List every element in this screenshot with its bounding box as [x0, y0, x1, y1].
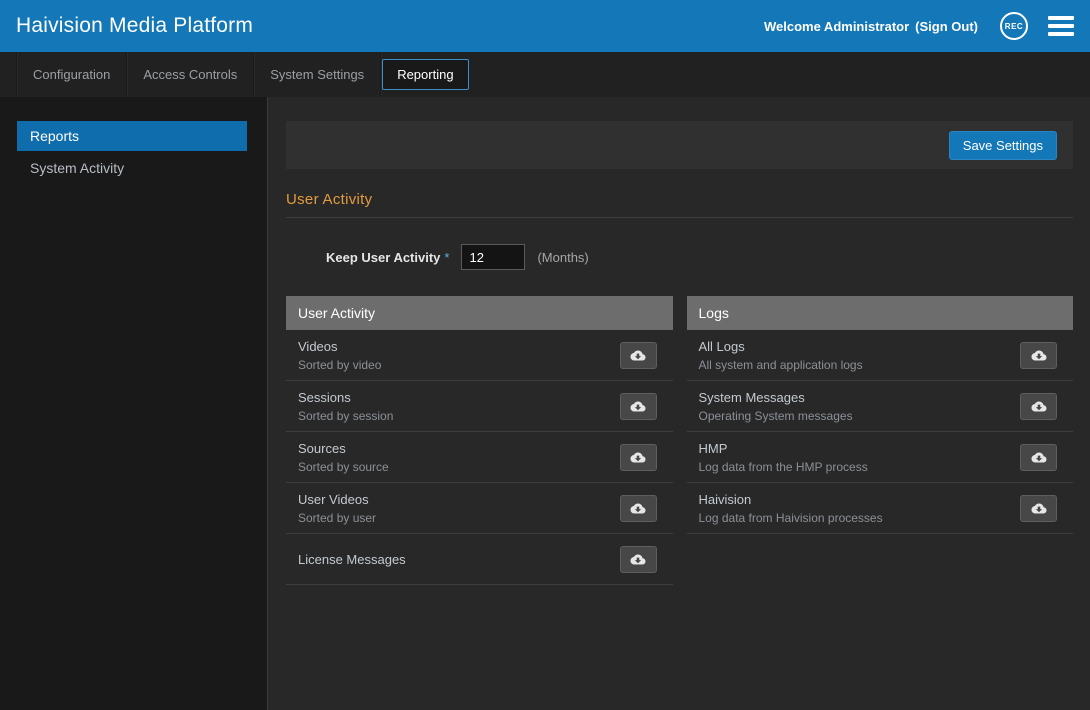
panel-title: User Activity [286, 296, 673, 330]
download-button[interactable] [1020, 342, 1057, 369]
report-subtitle: All system and application logs [699, 358, 863, 372]
tab-configuration[interactable]: Configuration [18, 59, 125, 90]
report-row: HMP Log data from the HMP process [687, 432, 1074, 483]
report-subtitle: Operating System messages [699, 409, 853, 423]
cloud-download-icon [1030, 399, 1048, 414]
sign-out-link[interactable]: (Sign Out) [915, 19, 978, 34]
welcome-text: Welcome Administrator [764, 19, 909, 34]
panel-title: Logs [687, 296, 1074, 330]
menu-icon[interactable] [1046, 10, 1076, 42]
report-row-text: Sources Sorted by source [298, 441, 389, 474]
cloud-download-icon [629, 501, 647, 516]
section-header: User Activity [286, 191, 1073, 218]
panel-user-activity: User Activity Videos Sorted by video Sessio… [286, 296, 673, 585]
report-title: System Messages [699, 390, 853, 405]
report-row-text: User Videos Sorted by user [298, 492, 376, 525]
report-row: Sessions Sorted by session [286, 381, 673, 432]
download-button[interactable] [620, 393, 657, 420]
tab-system-settings[interactable]: System Settings [255, 59, 379, 90]
sidebar-list: ReportsSystem Activity [0, 97, 268, 710]
download-button[interactable] [1020, 444, 1057, 471]
nav-tabs: ConfigurationAccess ControlsSystem Setti… [0, 52, 1090, 97]
tab-access-controls[interactable]: Access Controls [128, 59, 252, 90]
report-title: HMP [699, 441, 868, 456]
settings-toolbar: Save Settings [286, 121, 1073, 169]
report-row: User Videos Sorted by user [286, 483, 673, 534]
sidebar-item-reports[interactable]: Reports [17, 121, 247, 151]
cloud-download-icon [1030, 348, 1048, 363]
nav-separator [126, 52, 127, 97]
rec-button[interactable]: REC [1000, 12, 1028, 40]
report-row: License Messages [286, 534, 673, 585]
report-subtitle: Sorted by source [298, 460, 389, 474]
sidebar-item-system-activity[interactable]: System Activity [17, 153, 247, 183]
cloud-download-icon [629, 552, 647, 567]
report-title: User Videos [298, 492, 376, 507]
report-row-text: HMP Log data from the HMP process [699, 441, 868, 474]
report-subtitle: Log data from Haivision processes [699, 511, 883, 525]
report-subtitle: Sorted by user [298, 511, 376, 525]
cloud-download-icon [1030, 501, 1048, 516]
app-window: Haivision Media Platform Welcome Adminis… [0, 0, 1090, 710]
keep-user-activity-input[interactable] [461, 244, 525, 270]
report-subtitle: Sorted by session [298, 409, 393, 423]
report-title: License Messages [298, 552, 406, 567]
report-row: All Logs All system and application logs [687, 330, 1074, 381]
report-row: Videos Sorted by video [286, 330, 673, 381]
main-panel: Save Settings User Activity Keep User Ac… [268, 97, 1090, 710]
cloud-download-icon [629, 399, 647, 414]
top-bar: Haivision Media Platform Welcome Adminis… [0, 0, 1090, 52]
panel-logs: Logs All Logs All system and application l… [687, 296, 1074, 534]
report-row-text: License Messages [298, 552, 406, 567]
report-title: Haivision [699, 492, 883, 507]
report-row-text: System Messages Operating System messages [699, 390, 853, 423]
download-button[interactable] [1020, 495, 1057, 522]
report-title: Sessions [298, 390, 393, 405]
required-mark: * [444, 250, 449, 265]
tab-reporting[interactable]: Reporting [382, 59, 468, 90]
download-button[interactable] [1020, 393, 1057, 420]
keep-user-activity-label: Keep User Activity [326, 250, 440, 265]
download-button[interactable] [620, 342, 657, 369]
nav-separator [380, 52, 381, 97]
page-title: User Activity [286, 191, 1073, 208]
save-settings-button[interactable]: Save Settings [949, 131, 1057, 160]
report-row-text: Haivision Log data from Haivision process… [699, 492, 883, 525]
panels: User Activity Videos Sorted by video Sessio… [286, 296, 1073, 585]
report-row-text: All Logs All system and application logs [699, 339, 863, 372]
keep-user-activity-row: Keep User Activity * (Months) [326, 244, 1073, 270]
brand-logo: Haivision Media Platform [16, 14, 253, 38]
cloud-download-icon [629, 450, 647, 465]
download-button[interactable] [620, 444, 657, 471]
report-row-text: Videos Sorted by video [298, 339, 381, 372]
report-row-text: Sessions Sorted by session [298, 390, 393, 423]
top-bar-right: Welcome Administrator (Sign Out) REC [764, 10, 1076, 42]
nav-separator [253, 52, 254, 97]
download-button[interactable] [620, 546, 657, 573]
cloud-download-icon [1030, 450, 1048, 465]
report-row: System Messages Operating System messages [687, 381, 1074, 432]
nav-separator [16, 52, 17, 97]
cloud-download-icon [629, 348, 647, 363]
report-title: Videos [298, 339, 381, 354]
report-title: All Logs [699, 339, 863, 354]
report-subtitle: Log data from the HMP process [699, 460, 868, 474]
download-button[interactable] [620, 495, 657, 522]
content-area: ReportsSystem Activity Save Settings Use… [0, 97, 1090, 710]
report-row: Haivision Log data from Haivision process… [687, 483, 1074, 534]
report-title: Sources [298, 441, 389, 456]
report-row: Sources Sorted by source [286, 432, 673, 483]
report-subtitle: Sorted by video [298, 358, 381, 372]
months-unit-label: (Months) [537, 250, 588, 265]
